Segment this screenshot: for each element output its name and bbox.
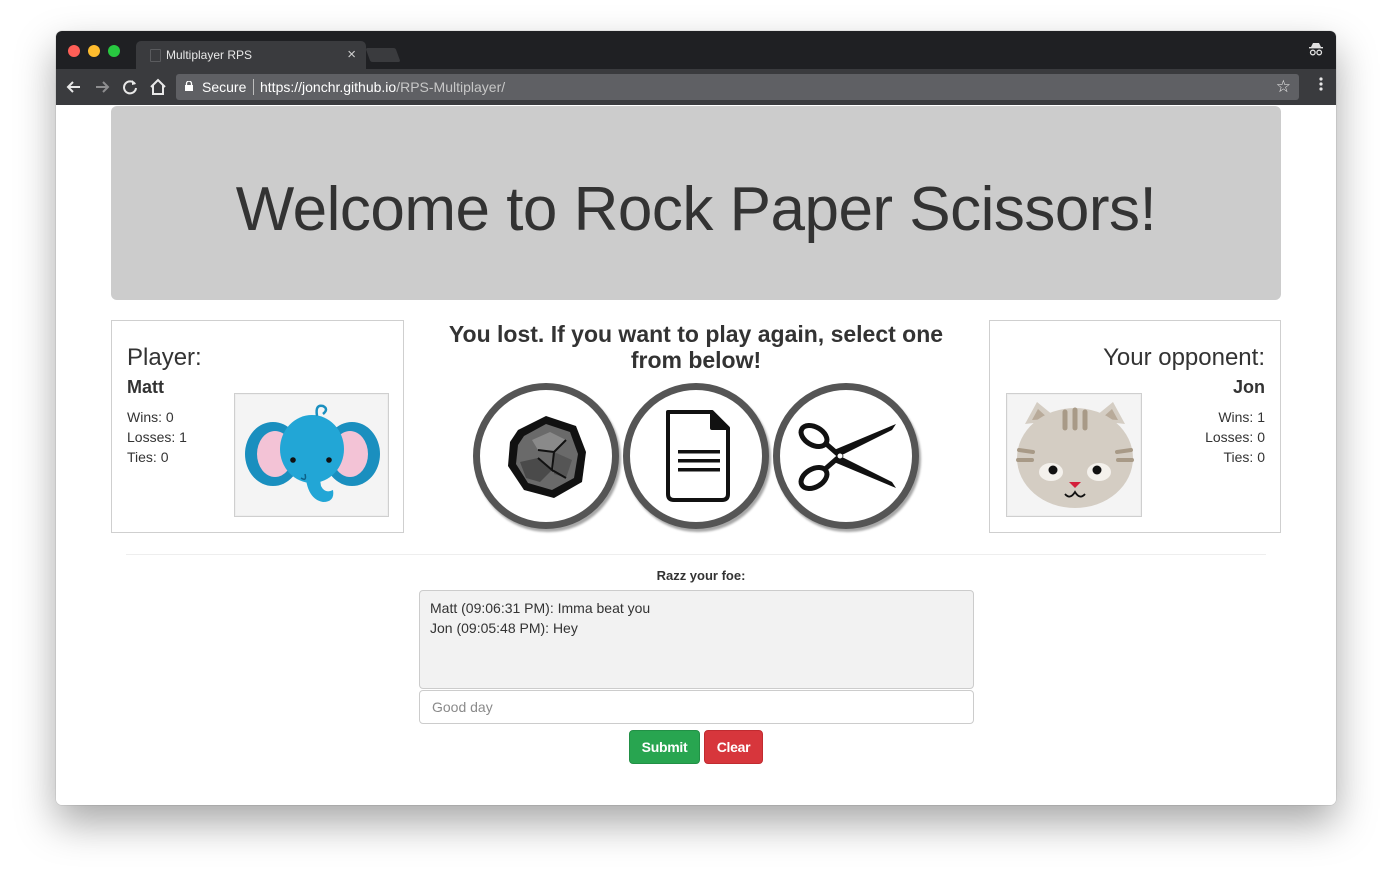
home-icon[interactable] [147, 76, 169, 98]
back-icon[interactable] [63, 76, 85, 98]
jumbotron: Welcome to Rock Paper Scissors! [111, 106, 1281, 300]
opponent-ties: Ties: 0 [1223, 449, 1266, 465]
paper-button[interactable] [623, 383, 769, 529]
browser-window: Multiplayer RPS × Secure https://jonchr.… [56, 31, 1336, 805]
opponent-name: Jon [1232, 377, 1265, 397]
scissors-button[interactable] [773, 383, 919, 529]
opponent-losses: Losses: 0 [1205, 429, 1265, 445]
url-host: https://jonchr.github.io [260, 79, 397, 95]
reload-icon[interactable] [119, 76, 141, 98]
opponent-avatar [1006, 393, 1142, 517]
submit-button[interactable]: Submit [629, 730, 700, 764]
player-card: Player: Matt Wins: 0 Losses: 1 Ties: 0 [111, 320, 404, 533]
minimize-window-button[interactable] [88, 45, 100, 57]
chat-message: Jon (09:05:48 PM): Hey [430, 620, 578, 636]
rock-button[interactable] [473, 383, 619, 529]
result-message: You lost. If you want to play again, sel… [448, 321, 944, 373]
player-ties: Ties: 0 [127, 449, 169, 465]
forward-icon[interactable] [91, 76, 113, 98]
player-name: Matt [127, 377, 164, 397]
star-icon[interactable]: ☆ [1276, 77, 1291, 97]
opponent-heading: Your opponent: [1103, 344, 1265, 371]
tab-close-icon[interactable]: × [347, 46, 356, 63]
opponent-card: Your opponent: Jon Wins: 1 Losses: 0 Tie… [989, 320, 1281, 533]
rock-icon [508, 416, 586, 498]
player-heading: Player: [127, 344, 202, 371]
browser-toolbar: Secure https://jonchr.github.io/RPS-Mult… [56, 69, 1336, 105]
address-bar[interactable]: Secure https://jonchr.github.io/RPS-Mult… [176, 74, 1299, 100]
chat-message: Matt (09:06:31 PM): Imma beat you [430, 600, 651, 616]
page-content: Welcome to Rock Paper Scissors! Player: … [56, 105, 1336, 805]
clear-button[interactable]: Clear [704, 730, 763, 764]
divider [253, 79, 254, 95]
secure-label: Secure [202, 79, 247, 95]
url-path: /RPS-Multiplayer/ [396, 79, 506, 95]
maximize-window-button[interactable] [108, 45, 120, 57]
player-losses: Losses: 1 [127, 429, 187, 445]
chat-log[interactable]: Matt (09:06:31 PM): Imma beat you Jon (0… [419, 590, 974, 689]
cat-icon [1016, 402, 1134, 508]
player-wins: Wins: 0 [127, 409, 174, 425]
incognito-icon [1308, 41, 1324, 57]
lock-icon [185, 81, 193, 91]
chat-input[interactable] [419, 690, 974, 724]
divider-line [126, 554, 1266, 555]
new-tab-button[interactable] [365, 48, 401, 62]
player-avatar [234, 393, 389, 517]
browser-tab[interactable]: Multiplayer RPS × [136, 41, 366, 69]
opponent-wins: Wins: 1 [1218, 409, 1265, 425]
url-text: https://jonchr.github.io/RPS-Multiplayer… [260, 79, 505, 95]
chat-heading: Razz your foe: [656, 568, 746, 583]
page-title: Welcome to Rock Paper Scissors! [235, 175, 1157, 244]
tab-strip: Multiplayer RPS × [56, 31, 1336, 69]
page-icon [150, 49, 161, 62]
close-window-button[interactable] [68, 45, 80, 57]
menu-icon[interactable] [1319, 76, 1323, 92]
paper-icon [666, 410, 730, 502]
scissors-icon [798, 423, 896, 491]
tab-title: Multiplayer RPS [166, 48, 253, 62]
elephant-icon [245, 404, 380, 502]
